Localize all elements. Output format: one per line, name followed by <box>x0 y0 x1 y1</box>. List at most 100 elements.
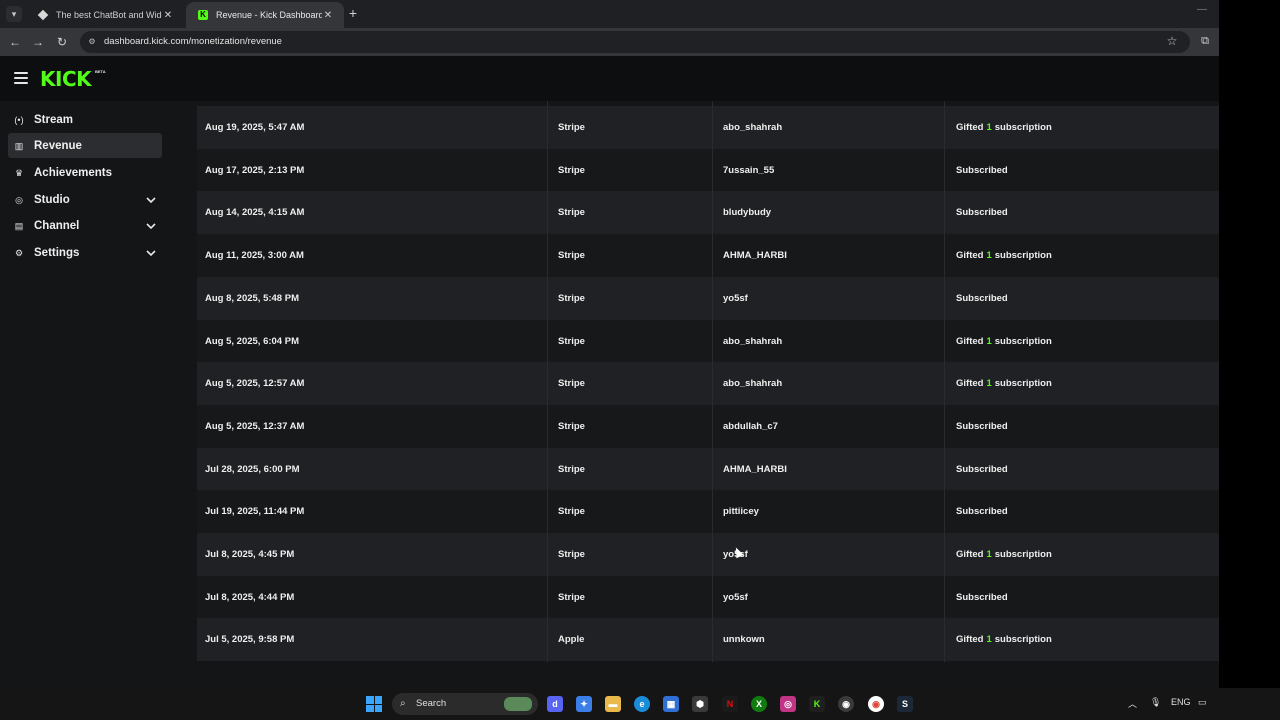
tab-chatbot[interactable]: The best ChatBot and Widgets ✕ <box>26 2 184 28</box>
tray-chevron-icon[interactable]: ︿ <box>1128 697 1137 710</box>
subscription-type-cell: Gifted 1 subscription <box>956 106 1052 149</box>
tab-bar: ▾ The best ChatBot and Widgets ✕ K Reven… <box>0 0 1219 28</box>
sidebar-item-revenue[interactable]: ▥ Revenue <box>8 133 162 158</box>
subscription-label: subscription <box>994 378 1052 390</box>
payment-method-cell: Stripe <box>558 250 585 262</box>
store-icon[interactable]: ▦ <box>663 696 679 712</box>
gift-count: 1 <box>986 378 992 390</box>
date-cell: Jul 8, 2025, 4:45 PM <box>205 549 295 560</box>
tab-title: The best ChatBot and Widgets <box>56 10 162 20</box>
payment-method-cell: Stripe <box>558 420 585 432</box>
language-indicator[interactable]: ENG <box>1171 697 1191 707</box>
start-button[interactable] <box>366 696 382 712</box>
url-field[interactable]: ⚙ dashboard.kick.com/monetization/revenu… <box>80 31 1190 53</box>
username-cell: bludybudy <box>723 207 772 219</box>
date-cell: Aug 14, 2025, 4:15 AM <box>205 207 305 219</box>
forward-icon[interactable]: → <box>29 33 47 51</box>
sidebar-item-achievements[interactable]: ♛ Achievements <box>8 160 162 185</box>
reload-icon[interactable]: ↻ <box>53 33 71 51</box>
payment-method-cell: Stripe <box>558 591 585 603</box>
table-row: Aug 14, 2025, 4:15 AM Stripe bludybudy Subs… <box>197 191 1219 235</box>
payment-method-cell: Stripe <box>558 378 585 390</box>
gifted-label: Gifted <box>956 378 984 390</box>
gift-count: 1 <box>986 122 992 133</box>
menu-icon[interactable] <box>14 72 28 84</box>
discord-icon[interactable]: d <box>547 696 563 712</box>
sidebar-item-label: Settings <box>34 246 80 259</box>
studio-icon: ◎ <box>15 194 23 205</box>
table-row: Aug 8, 2025, 5:48 PM Stripe yo5sf Subscribe… <box>197 276 1219 320</box>
chevron-down-icon[interactable] <box>144 193 158 207</box>
chrome-icon[interactable]: ◉ <box>868 696 884 712</box>
payment-method-cell: Apple <box>558 634 585 646</box>
app-icon[interactable]: ⬢ <box>692 696 708 712</box>
subscription-type-cell: Subscribed <box>956 207 1008 219</box>
payment-method-cell: Stripe <box>558 207 585 219</box>
search-label: Search <box>416 698 447 709</box>
username-cell: yo5sf <box>723 591 748 603</box>
instagram-icon[interactable]: ◎ <box>780 696 796 712</box>
chevron-down-icon[interactable] <box>144 219 158 233</box>
minimize-icon[interactable]: — <box>1197 4 1207 15</box>
file-explorer-icon[interactable]: ▬ <box>605 696 621 712</box>
gifted-label: Gifted <box>956 335 984 347</box>
table-row: Jul 19, 2025, 11:44 PM Stripe pittiicey Sub… <box>197 490 1219 534</box>
gear-icon: ⚙ <box>14 247 24 258</box>
extensions-icon[interactable]: ⧉ <box>1196 32 1214 50</box>
tab-title: Revenue - Kick Dashboard <box>216 10 322 20</box>
notification-icon[interactable]: ▭ <box>1198 697 1207 708</box>
obs-icon[interactable]: ◉ <box>838 696 854 712</box>
steam-icon[interactable]: S <box>897 696 913 712</box>
gifted-label: Gifted <box>956 634 984 646</box>
payment-method-cell: Stripe <box>558 122 585 133</box>
chevron-down-icon[interactable] <box>144 246 158 260</box>
tab-search-menu[interactable]: ▾ <box>6 6 22 22</box>
tab-close-icon[interactable]: ✕ <box>322 10 334 21</box>
back-icon[interactable]: ← <box>6 33 24 51</box>
chatbot-favicon-icon <box>37 9 49 21</box>
username-cell: 7ussain_55 <box>723 164 775 176</box>
date-cell: Aug 5, 2025, 6:04 PM <box>205 335 299 347</box>
netflix-icon[interactable]: N <box>722 696 738 712</box>
gifted-label: Gifted <box>956 122 984 133</box>
date-cell: Jul 19, 2025, 11:44 PM <box>205 506 305 518</box>
sidebar-item-label: Studio <box>34 193 70 206</box>
subscription-type-cell: Subscribed <box>956 420 1008 432</box>
xbox-icon[interactable]: X <box>751 696 767 712</box>
kick-app-icon[interactable]: K <box>809 696 825 712</box>
kick-favicon-icon: K <box>198 10 208 20</box>
gift-count: 1 <box>986 335 992 347</box>
payment-method-cell: Stripe <box>558 506 585 518</box>
subscription-type-cell: Gifted 1 subscription <box>956 618 1052 661</box>
url-text: dashboard.kick.com/monetization/revenue <box>104 36 282 47</box>
kick-logo[interactable]: KICK <box>40 67 92 91</box>
table-row: Jul 28, 2025, 6:00 PM Stripe AHMA_HARBI Sub… <box>197 447 1219 491</box>
gifted-label: Gifted <box>956 250 984 262</box>
tab-revenue[interactable]: K Revenue - Kick Dashboard ✕ <box>186 2 344 28</box>
search-highlight-image <box>504 697 532 711</box>
site-info-icon[interactable]: ⚙ <box>87 37 97 47</box>
table-row: Jul 5, 2025, 9:58 PM Apple unnkown Gifted 1 s… <box>197 618 1219 662</box>
sidebar-item-settings[interactable]: ⚙ Settings <box>8 240 162 265</box>
beta-badge: BETA <box>95 69 106 74</box>
subscription-type-cell: Subscribed <box>956 463 1008 475</box>
date-cell: Aug 11, 2025, 3:00 AM <box>205 250 304 262</box>
new-tab-button[interactable]: + <box>346 5 360 21</box>
tab-close-icon[interactable]: ✕ <box>162 10 174 21</box>
browser-window: ▾ The best ChatBot and Widgets ✕ K Reven… <box>0 0 1219 688</box>
gift-count: 1 <box>986 250 992 262</box>
sidebar: (•) Stream ▥ Revenue ♛ Achievements ◎ St… <box>0 101 170 688</box>
username-cell: unnkown <box>723 634 765 646</box>
broadcast-icon: (•) <box>14 114 24 125</box>
payment-method-cell: Stripe <box>558 463 585 475</box>
sidebar-item-channel[interactable]: ▤ Channel <box>8 213 162 238</box>
edge-icon[interactable]: e <box>634 696 650 712</box>
sidebar-item-studio[interactable]: ◎ Studio <box>8 187 162 212</box>
microphone-icon[interactable]: 🎙 <box>1150 697 1161 708</box>
revenue-icon: ▥ <box>14 140 24 151</box>
copilot-icon[interactable]: ✦ <box>576 696 592 712</box>
bookmark-star-icon[interactable]: ☆ <box>1163 32 1181 50</box>
taskbar-search[interactable]: ⌕ Search <box>392 693 538 715</box>
sidebar-item-stream[interactable]: (•) Stream <box>8 107 162 132</box>
date-cell: Aug 5, 2025, 12:57 AM <box>205 378 305 390</box>
